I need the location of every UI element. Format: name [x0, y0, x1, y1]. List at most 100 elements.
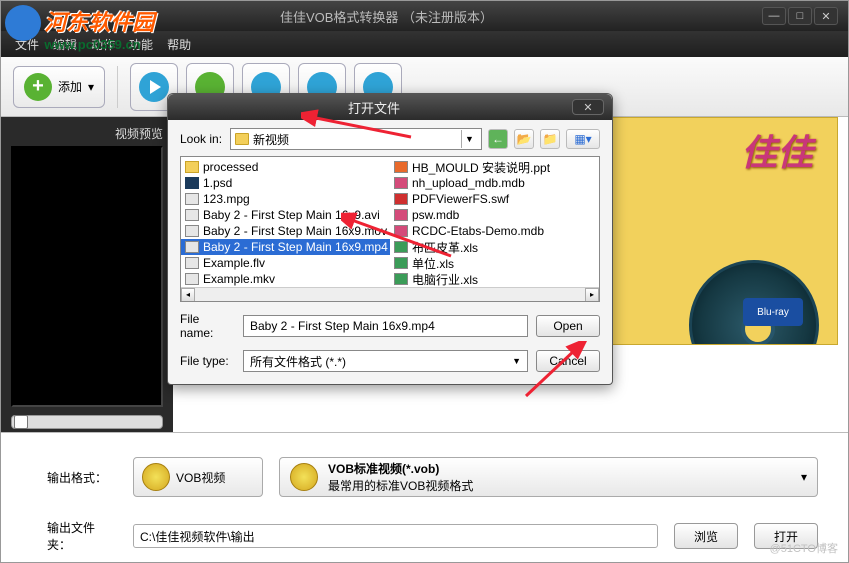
file-item[interactable]: processed [181, 159, 390, 175]
hscrollbar[interactable]: ◂ ▸ [181, 287, 599, 301]
file-name: processed [203, 160, 258, 174]
file-type-icon [185, 209, 199, 221]
file-name: Baby 2 - First Step Main 16x9.mov [203, 224, 387, 238]
format-detail-title: VOB标准视频(*.vob) [328, 460, 473, 477]
chevron-down-icon: ▾ [88, 80, 94, 94]
browse-button[interactable]: 浏览 [674, 523, 738, 549]
filename-label: File name: [180, 312, 235, 340]
file-name: 布匹皮革.xls [412, 239, 478, 256]
filetype-row: File type: 所有文件格式 (*.*) ▼ Cancel [180, 350, 600, 372]
seek-knob[interactable] [14, 415, 28, 429]
file-name: psw.mdb [412, 208, 459, 222]
chevron-down-icon[interactable]: ▼ [461, 130, 477, 148]
bluray-badge: Blu-ray [743, 298, 803, 326]
file-type-icon [185, 257, 199, 269]
file-type-icon [394, 177, 408, 189]
file-type-icon [394, 193, 408, 205]
file-name: 1.psd [203, 176, 232, 190]
file-type-icon [394, 209, 408, 221]
filetype-value: 所有文件格式 (*.*) [250, 353, 346, 370]
lookin-combo[interactable]: 新视频 ▼ [230, 128, 482, 150]
file-name: 电脑行业.xls [412, 271, 478, 288]
dvd-icon [142, 463, 170, 491]
lookin-value: 新视频 [253, 131, 289, 148]
dialog-title: 打开文件 [176, 98, 572, 117]
file-item[interactable]: 1.psd [181, 175, 390, 191]
file-item[interactable]: Baby 2 - First Step Main 16x9.avi [181, 207, 390, 223]
main-titlebar: 佳佳VOB格式转换器 （未注册版本） — □ ✕ [1, 1, 848, 31]
close-button[interactable]: ✕ [814, 7, 838, 25]
cancel-button[interactable]: Cancel [536, 350, 600, 372]
dialog-close-button[interactable]: ✕ [572, 99, 604, 115]
filename-input[interactable] [243, 315, 528, 337]
seek-bar[interactable] [11, 415, 163, 429]
brand-text: 佳佳 [741, 124, 813, 176]
watermark: @51CTO博客 [770, 540, 838, 556]
new-folder-icon[interactable]: 📁 [540, 129, 560, 149]
lookin-label: Look in: [180, 132, 224, 146]
scroll-right-icon[interactable]: ▸ [585, 288, 599, 302]
scroll-left-icon[interactable]: ◂ [181, 288, 195, 302]
dialog-titlebar[interactable]: 打开文件 ✕ [168, 94, 612, 120]
file-name: 单位.xls [412, 255, 454, 272]
file-item[interactable]: PDFViewerFS.swf [390, 191, 599, 207]
file-item[interactable]: 电脑行业.xls [390, 271, 599, 287]
file-item[interactable]: nh_upload_mdb.mdb [390, 175, 599, 191]
file-type-icon [394, 161, 408, 173]
folder-icon [235, 133, 249, 145]
menubar: 文件 编辑 动作 功能 帮助 [1, 31, 848, 57]
chevron-down-icon: ▼ [512, 356, 521, 366]
file-item[interactable]: 123.mpg [181, 191, 390, 207]
preview-label: 视频预览 [11, 125, 163, 142]
filetype-combo[interactable]: 所有文件格式 (*.*) ▼ [243, 350, 528, 372]
menu-edit[interactable]: 编辑 [53, 36, 77, 53]
file-item[interactable]: HB_MOULD 安装说明.ppt [390, 159, 599, 175]
file-item[interactable]: psw.mdb [390, 207, 599, 223]
file-type-icon [185, 225, 199, 237]
file-item[interactable]: 单位.xls [390, 255, 599, 271]
format-picker[interactable]: VOB视频 [133, 457, 263, 497]
file-list-col-left: processed1.psd123.mpgBaby 2 - First Step… [181, 157, 390, 301]
file-name: Baby 2 - First Step Main 16x9.avi [203, 208, 380, 222]
open-button[interactable]: Open [536, 315, 600, 337]
filetype-label: File type: [180, 354, 235, 368]
maximize-button[interactable]: □ [788, 7, 812, 25]
format-name: VOB视频 [176, 469, 225, 486]
file-type-icon [185, 241, 199, 253]
chevron-down-icon: ▾ [801, 470, 807, 484]
nav-up-icon[interactable]: 📂 [514, 129, 534, 149]
output-dir-row: 输出文件夹： 浏览 打开 [47, 519, 818, 553]
view-mode-icon[interactable]: ▦▾ [566, 129, 600, 149]
file-item[interactable]: Baby 2 - First Step Main 16x9.mp4 [181, 239, 390, 255]
minimize-button[interactable]: — [762, 7, 786, 25]
file-item[interactable]: Example.flv [181, 255, 390, 271]
file-name: HB_MOULD 安装说明.ppt [412, 159, 550, 176]
menu-feature[interactable]: 功能 [129, 36, 153, 53]
format-detail-sub: 最常用的标准VOB视频格式 [328, 477, 473, 494]
file-list-col-right: HB_MOULD 安装说明.pptnh_upload_mdb.mdbPDFVie… [390, 157, 599, 301]
output-dir-input[interactable] [133, 524, 658, 548]
format-detail[interactable]: VOB标准视频(*.vob) 最常用的标准VOB视频格式 ▾ [279, 457, 818, 497]
file-item[interactable]: Baby 2 - First Step Main 16x9.mov [181, 223, 390, 239]
output-settings: 输出格式： VOB视频 VOB标准视频(*.vob) 最常用的标准VOB视频格式… [1, 432, 848, 562]
file-type-icon [185, 273, 199, 285]
dvd-icon-2 [290, 463, 318, 491]
menu-file[interactable]: 文件 [15, 36, 39, 53]
file-type-icon [394, 225, 408, 237]
plus-icon: + [24, 73, 52, 101]
menu-action[interactable]: 动作 [91, 36, 115, 53]
nav-back-icon[interactable]: ← [488, 129, 508, 149]
file-name: PDFViewerFS.swf [412, 192, 509, 206]
add-button[interactable]: + 添加 ▾ [13, 66, 105, 108]
menu-help[interactable]: 帮助 [167, 36, 191, 53]
output-format-row: 输出格式： VOB视频 VOB标准视频(*.vob) 最常用的标准VOB视频格式… [47, 457, 818, 497]
file-item[interactable]: RCDC-Etabs-Demo.mdb [390, 223, 599, 239]
file-list[interactable]: processed1.psd123.mpgBaby 2 - First Step… [180, 156, 600, 302]
dialog-body: Look in: 新视频 ▼ ← 📂 📁 ▦▾ processed 1.psd12… [168, 120, 612, 384]
app-title: 佳佳VOB格式转换器 （未注册版本） [11, 7, 762, 26]
file-item[interactable]: 布匹皮革.xls [390, 239, 599, 255]
output-dir-label: 输出文件夹： [47, 519, 117, 553]
file-item[interactable]: Example.mkv [181, 271, 390, 287]
open-file-dialog: 打开文件 ✕ Look in: 新视频 ▼ ← 📂 📁 ▦▾ processed… [167, 93, 613, 385]
file-type-icon [185, 177, 199, 189]
